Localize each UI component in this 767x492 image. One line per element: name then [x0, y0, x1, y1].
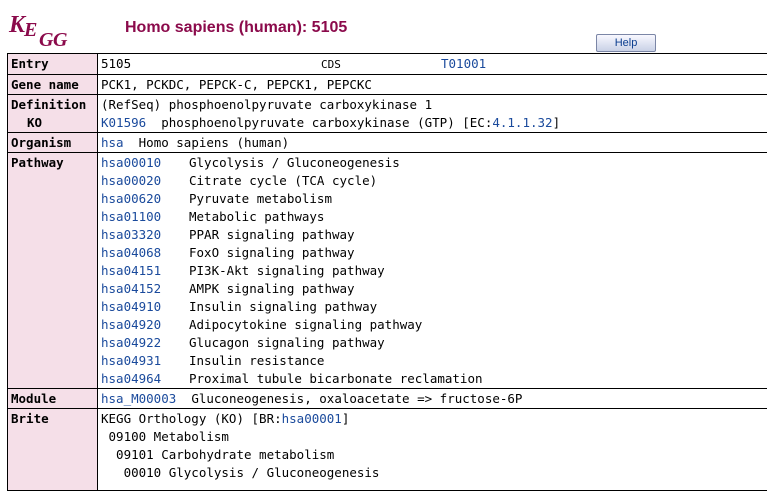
brite-line: 09101 Carbohydrate metabolism — [101, 447, 335, 462]
pathway-item: hsa04920 Adipocytokine signaling pathway — [101, 316, 765, 334]
pathway-item: hsa01100 Metabolic pathways — [101, 208, 765, 226]
ko-value: K01596 phosphoenolpyruvate carboxykinase… — [101, 115, 561, 130]
pathway-name: Metabolic pathways — [189, 209, 325, 224]
module-label: Module — [7, 388, 98, 409]
module-id-link[interactable]: hsa_M00003 — [101, 391, 176, 406]
brite-line: KEGG Orthology (KO) [BR:hsa00001] — [101, 411, 350, 426]
pathway-id-link[interactable]: hsa04964 — [101, 370, 189, 388]
pathway-item: hsa00620 Pyruvate metabolism — [101, 190, 765, 208]
pathway-id-link[interactable]: hsa04910 — [101, 298, 189, 316]
ec-number-link[interactable]: 4.1.1.32 — [492, 115, 552, 130]
pathway-id-link[interactable]: hsa04151 — [101, 262, 189, 280]
help-button[interactable]: Help — [596, 34, 656, 52]
kegg-logo[interactable]: K E G G — [8, 6, 72, 50]
pathway-id-link[interactable]: hsa04068 — [101, 244, 189, 262]
gene-entry-table: Entry 5105 CDS T01001 Gene name PCK1, PCKD… — [7, 53, 767, 491]
organism-code-link[interactable]: hsa — [101, 135, 124, 150]
pathway-id-link[interactable]: hsa04922 — [101, 334, 189, 352]
pathway-name: Pyruvate metabolism — [189, 191, 332, 206]
brite-line: 00010 Glycolysis / Gluconeogenesis — [101, 465, 380, 480]
organism-id-link[interactable]: T01001 — [441, 56, 486, 71]
svg-text:E: E — [23, 19, 37, 41]
page-title: Homo sapiens (human): 5105 — [125, 19, 348, 36]
pathway-id-link[interactable]: hsa03320 — [101, 226, 189, 244]
pathway-name: Adipocytokine signaling pathway — [189, 317, 423, 332]
pathway-item: hsa04068 FoxO signaling pathway — [101, 244, 765, 262]
definition-label: Definition — [11, 97, 87, 112]
pathway-id-link[interactable]: hsa00020 — [101, 172, 189, 190]
pathway-name: Insulin resistance — [189, 353, 325, 368]
pathway-name: PI3K-Akt signaling pathway — [189, 263, 385, 278]
pathway-name: Citrate cycle (TCA cycle) — [189, 173, 378, 188]
entry-row: Entry 5105 CDS T01001 — [7, 53, 767, 75]
pathway-label: Pathway — [7, 152, 98, 389]
pathway-item: hsa03320 PPAR signaling pathway — [101, 226, 765, 244]
pathway-list: hsa00010 Glycolysis / Gluconeogenesis hsa0… — [97, 152, 767, 389]
pathway-name: AMPK signaling pathway — [189, 281, 355, 296]
entry-type: CDS — [321, 58, 341, 71]
pathway-item: hsa04910 Insulin signaling pathway — [101, 298, 765, 316]
pathway-id-link[interactable]: hsa04931 — [101, 352, 189, 370]
gene-name-row: Gene name PCK1, PCKDC, PEPCK-C, PEPCK1, … — [7, 74, 767, 95]
definition-value: (RefSeq) phosphoenolpyruvate carboxykina… — [101, 97, 433, 112]
brite-hierarchy-link[interactable]: hsa00001 — [282, 411, 342, 426]
pathway-id-link[interactable]: hsa00620 — [101, 190, 189, 208]
entry-label: Entry — [7, 53, 98, 75]
gene-name-value: PCK1, PCKDC, PEPCK-C, PEPCK1, PEPCKC — [97, 74, 767, 95]
gene-name-label: Gene name — [7, 74, 98, 95]
pathway-id-link[interactable]: hsa04152 — [101, 280, 189, 298]
definition-row: Definition KO (RefSeq) phosphoenolpyruva… — [7, 94, 767, 133]
pathway-item: hsa04931 Insulin resistance — [101, 352, 765, 370]
pathway-item: hsa04151 PI3K-Akt signaling pathway — [101, 262, 765, 280]
pathway-item: hsa04922 Glucagon signaling pathway — [101, 334, 765, 352]
pathway-name: Glycolysis / Gluconeogenesis — [189, 155, 400, 170]
module-name: Gluconeogenesis, oxaloacetate => fructos… — [191, 391, 523, 406]
module-row: Module hsa_M00003 Gluconeogenesis, oxalo… — [7, 388, 767, 409]
brite-label: Brite — [7, 408, 98, 491]
pathway-item: hsa00010 Glycolysis / Gluconeogenesis — [101, 154, 765, 172]
pathway-name: Proximal tubule bicarbonate reclamation — [189, 371, 483, 386]
pathway-item: hsa00020 Citrate cycle (TCA cycle) — [101, 172, 765, 190]
ko-id-link[interactable]: K01596 — [101, 115, 146, 130]
pathway-name: PPAR signaling pathway — [189, 227, 355, 242]
svg-text:G: G — [53, 29, 68, 50]
ko-label: KO — [27, 115, 43, 130]
pathway-id-link[interactable]: hsa01100 — [101, 208, 189, 226]
organism-row: Organism hsa Homo sapiens (human) — [7, 132, 767, 153]
brite-line: 09100 Metabolism — [101, 429, 229, 444]
entry-id: 5105 — [101, 56, 132, 71]
pathway-item: hsa04152 AMPK signaling pathway — [101, 280, 765, 298]
ko-description: phosphoenolpyruvate carboxykinase (GTP) … — [161, 115, 493, 130]
pathway-name: FoxO signaling pathway — [189, 245, 355, 260]
pathway-name: Insulin signaling pathway — [189, 299, 378, 314]
pathway-name: Glucagon signaling pathway — [189, 335, 385, 350]
organism-label: Organism — [7, 132, 98, 153]
pathway-row: Pathway hsa00010 Glycolysis / Gluconeogen… — [7, 152, 767, 389]
pathway-id-link[interactable]: hsa04920 — [101, 316, 189, 334]
svg-text:G: G — [39, 29, 54, 50]
organism-name: Homo sapiens (human) — [138, 135, 290, 150]
pathway-id-link[interactable]: hsa00010 — [101, 154, 189, 172]
pathway-item: hsa04964 Proximal tubule bicarbonate recl… — [101, 370, 765, 388]
brite-row: Brite KEGG Orthology (KO) [BR:hsa00001] … — [7, 408, 767, 491]
